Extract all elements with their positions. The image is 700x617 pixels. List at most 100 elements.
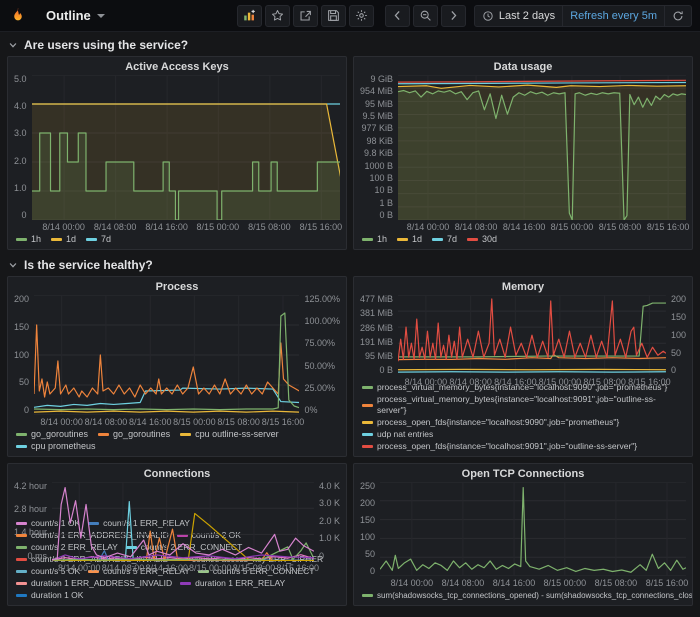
legend: sum(shadowsocks_tcp_connections_opened) … [354, 589, 692, 605]
axis-tick: 50 [670, 347, 681, 358]
line-chart [398, 75, 686, 220]
legend-label: 1h [31, 234, 42, 244]
chevron-down-icon [9, 42, 17, 48]
caret-down-icon [96, 13, 105, 18]
legend-label: sum(shadowsocks_tcp_connections_opened) … [377, 591, 692, 600]
axis-tick: 1 B [379, 197, 394, 208]
panel-title[interactable]: Memory [354, 277, 692, 295]
legend-item[interactable]: udp nat entries [362, 429, 433, 440]
zoom-out-icon [420, 10, 431, 21]
star-button[interactable] [264, 4, 290, 27]
plot-area[interactable] [34, 295, 299, 415]
legend-label: udp nat entries [377, 429, 434, 439]
legend-swatch [16, 570, 27, 573]
legend-item[interactable]: duration 1 OK [16, 590, 83, 601]
x-axis-tick: 8/15 08:00 [248, 222, 291, 232]
panel-body: 5.0 4.0 3.0 2.0 1.0 0 8/14 00:00 8/14 08:00 8/1… [8, 75, 346, 233]
legend-item[interactable]: 1h [362, 234, 387, 245]
legend-item[interactable]: go_goroutines [98, 429, 170, 440]
x-axis-tick: 8/14 16:00 [145, 562, 189, 573]
x-axis-tick: 8/15 08:00 [232, 562, 276, 573]
legend-item[interactable]: process_open_fds{instance="localhost:909… [362, 417, 619, 428]
panel-active-access-keys: Active Access Keys 5.0 4.0 3.0 2.0 1.0 0 8/14… [7, 56, 347, 250]
save-button[interactable] [320, 4, 346, 27]
line-chart [398, 295, 666, 375]
legend-item[interactable]: 1d [51, 234, 76, 245]
dashboard-title-dropdown[interactable]: Outline [46, 8, 105, 23]
section-header-health[interactable]: Is the service healthy? [8, 256, 692, 273]
legend-item[interactable]: go_goroutines [16, 429, 88, 440]
share-button[interactable] [292, 4, 318, 27]
legend-item[interactable]: sum(shadowsocks_tcp_connections_opened) … [362, 590, 692, 601]
axis-tick: 150 [14, 321, 30, 332]
x-axis-tick: 8/14 16:00 [145, 222, 188, 232]
plot-area[interactable] [52, 482, 314, 561]
legend-swatch [86, 238, 98, 241]
legend-item[interactable]: 1d [397, 234, 422, 245]
legend-label: 7d [101, 234, 112, 244]
axis-tick: 75.00% [304, 338, 335, 349]
legend-swatch [98, 433, 110, 436]
x-axis: 8/14 00:00 8/14 08:00 8/14 16:00 8/15 00:00… [32, 220, 342, 233]
axis-tick: 250 [360, 481, 376, 491]
refresh-button[interactable] [664, 5, 691, 26]
legend-item[interactable]: process_open_fds{instance="localhost:909… [362, 441, 637, 452]
line-chart [380, 482, 686, 576]
y-axis-left: 477 MiB 381 MiB 286 MiB 191 MiB 95 MiB 0 B [360, 295, 398, 375]
legend-swatch [16, 522, 27, 525]
legend-item[interactable]: process_virtual_memory_bytes{instance="l… [362, 394, 684, 416]
axis-tick: 1.0 [14, 182, 27, 193]
axis-tick: 2.8 hour [14, 504, 48, 515]
axis-tick: 25.00% [304, 382, 335, 393]
legend-item[interactable]: cpu outline-ss-server [180, 429, 279, 440]
legend-item[interactable]: cpu prometheus [16, 441, 96, 452]
panel-title[interactable]: Active Access Keys [8, 57, 346, 75]
axis-tick: 191 MiB [360, 336, 394, 347]
time-forward-button[interactable] [440, 4, 466, 27]
axis-tick: 4.0 K [318, 481, 340, 491]
plot-area[interactable] [380, 482, 686, 576]
star-icon [271, 9, 283, 21]
y-axis-left: 9 GiB 954 MiB 95 MiB 9.5 MiB 977 KiB 98 KiB 9.… [360, 75, 398, 220]
x-axis-tick: 8/15 08:00 [583, 377, 626, 388]
legend-swatch [362, 238, 373, 241]
section-header-users[interactable]: Are users using the service? [8, 36, 692, 53]
axis-tick: 100 [360, 532, 376, 542]
legend-label: duration 1 ERR_RELAY [195, 578, 286, 588]
time-back-button[interactable] [384, 4, 410, 27]
axis-tick: 150 [670, 311, 686, 322]
axis-tick: 0 [670, 365, 676, 376]
refresh-interval-button[interactable]: Refresh every 5m [562, 5, 664, 26]
plot-area[interactable] [31, 75, 340, 220]
legend-item[interactable]: 7d [86, 234, 111, 245]
panel-title[interactable]: Connections [8, 464, 346, 482]
x-axis-tick: 8/15 00:00 [188, 562, 232, 573]
settings-button[interactable] [348, 4, 374, 27]
y-axis-left: 200 150 100 50 0 [14, 295, 34, 415]
axis-tick: 5.0 [14, 74, 27, 84]
axis-tick: 977 KiB [361, 123, 394, 134]
axis-tick: 0% [304, 404, 318, 415]
grafana-logo-icon[interactable] [8, 6, 28, 26]
plot-area[interactable] [398, 295, 666, 375]
add-panel-button[interactable] [236, 4, 262, 27]
legend-item[interactable]: 1h [16, 234, 41, 245]
legend-item[interactable]: 7d [432, 234, 457, 245]
time-range-button[interactable]: Last 2 days [475, 6, 562, 26]
legend-item[interactable]: duration 1 ERR_RELAY [180, 578, 285, 589]
x-axis: 8/14 00:00 8/14 08:00 8/14 16:00 8/15 00:00… [52, 561, 319, 574]
axis-tick: 9.5 MiB [362, 111, 394, 122]
legend-item[interactable]: duration 1 ERR_ADDRESS_INVALID [16, 578, 172, 589]
x-axis-tick: 8/14 00:00 [57, 562, 101, 573]
axis-tick: 0 [370, 566, 376, 576]
legend-swatch [432, 238, 444, 241]
panel-title[interactable]: Open TCP Connections [354, 464, 692, 482]
plot-area[interactable] [398, 75, 686, 220]
panel-body: 9 GiB 954 MiB 95 MiB 9.5 MiB 977 KiB 98 KiB 9.… [354, 75, 692, 233]
zoom-out-button[interactable] [412, 4, 438, 27]
legend-label: process_virtual_memory_bytes{instance="l… [377, 394, 656, 415]
panel-title[interactable]: Process [8, 277, 346, 295]
panel-title[interactable]: Data usage [354, 57, 692, 75]
legend-item[interactable]: 30d [467, 234, 497, 245]
x-axis-tick: 8/14 00:00 [40, 417, 83, 427]
